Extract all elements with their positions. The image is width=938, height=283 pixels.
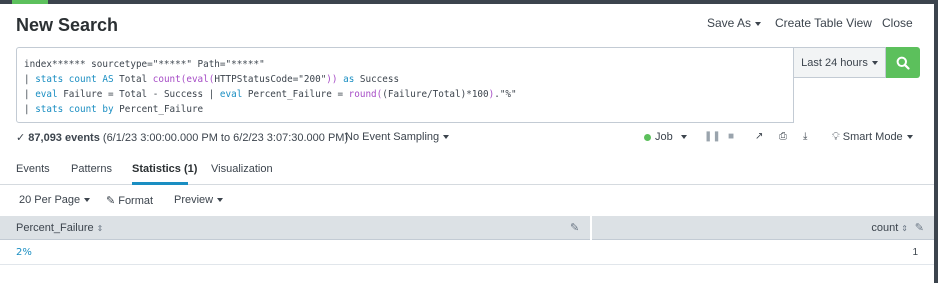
chevron-down-icon	[443, 135, 450, 140]
command-keyword: eval	[35, 89, 58, 100]
column-header-count[interactable]: count ⇕	[871, 222, 908, 234]
query-text: ."%"	[494, 89, 517, 100]
results-tabs: Events Patterns Statistics (1) Visualiza…	[0, 155, 934, 185]
chevron-down-icon	[755, 21, 762, 26]
save-as-button[interactable]: Save As	[707, 16, 762, 30]
command-keyword: stats count AS	[35, 74, 114, 85]
create-table-view-button[interactable]: Create Table View	[775, 16, 872, 30]
pipe: |	[24, 74, 36, 85]
pipe: |	[24, 89, 36, 100]
stop-icon[interactable]: ■	[728, 131, 734, 142]
chevron-down-icon	[217, 198, 224, 202]
event-sampling-label: No Event Sampling	[345, 131, 440, 143]
event-count: 87,093 events	[28, 132, 100, 144]
sort-icon: ⇕	[901, 224, 908, 233]
job-label: Job	[655, 131, 673, 143]
command-keyword: as	[337, 74, 355, 85]
share-icon[interactable]: ↗	[755, 131, 763, 142]
chevron-down-icon	[84, 198, 91, 202]
preview-dropdown[interactable]: Preview	[174, 194, 224, 206]
table-row: 2% 1	[0, 241, 934, 265]
export-icon[interactable]: ⤓	[803, 131, 807, 142]
chevron-down-icon	[871, 60, 878, 65]
tab-events[interactable]: Events	[16, 163, 50, 175]
tab-patterns[interactable]: Patterns	[71, 163, 112, 175]
cell-count[interactable]: 1	[912, 247, 918, 258]
close-button[interactable]: Close	[882, 16, 913, 30]
per-page-dropdown[interactable]: 20 Per Page	[19, 194, 91, 206]
query-text: HTTPStatusCode="200"	[214, 74, 327, 85]
pipe: |	[208, 89, 220, 100]
function-name: round(	[348, 89, 383, 100]
search-button[interactable]	[886, 47, 920, 78]
query-text: (Failure/Total)*100	[382, 89, 489, 100]
query-text: Success	[354, 74, 400, 85]
tab-statistics[interactable]: Statistics (1)	[132, 163, 197, 175]
pause-icon[interactable]: ❚❚	[704, 131, 721, 142]
event-sampling-dropdown[interactable]: No Event Sampling	[345, 131, 450, 143]
column-divider	[590, 216, 592, 240]
query-line-1: index****** sourcetype="*****" Path="***…	[24, 59, 265, 70]
pencil-icon: ✎	[106, 195, 116, 207]
per-page-label: 20 Per Page	[19, 194, 81, 206]
format-button[interactable]: ✎ Format	[106, 194, 154, 208]
edit-column-icon[interactable]: ✎	[570, 221, 579, 234]
format-label: Format	[118, 194, 154, 207]
column-header-percent-failure[interactable]: Percent_Failure ⇕	[16, 222, 103, 234]
function-name: count(eval(	[152, 74, 215, 85]
active-tab-indicator	[132, 182, 188, 185]
time-range-text: (6/1/23 3:00:00.000 PM to 6/2/23 3:07:30…	[99, 132, 349, 144]
lightbulb-icon: 💡︎	[832, 131, 840, 143]
time-range-picker[interactable]: Last 24 hours	[794, 47, 886, 78]
search-mode-label: Smart Mode	[842, 131, 903, 143]
window-edge	[934, 0, 938, 283]
search-icon	[896, 56, 910, 70]
sort-icon: ⇕	[96, 224, 104, 233]
column-header-label: Percent_Failure	[16, 222, 94, 234]
query-text: Failure = Total - Success	[57, 89, 209, 100]
print-icon[interactable]: ⎙	[779, 131, 787, 142]
check-icon: ✓	[16, 132, 29, 144]
table-header: Percent_Failure ⇕ ✎ count ⇕ ✎	[0, 216, 934, 240]
query-text: Percent_Failure =	[242, 89, 349, 100]
function-name: ))	[326, 74, 338, 85]
pipe: |	[24, 104, 36, 115]
edit-column-icon[interactable]: ✎	[915, 221, 924, 234]
command-keyword: stats count by	[35, 104, 114, 115]
query-text: Total	[113, 74, 153, 85]
event-count-status: ✓ 87,093 events (6/1/23 3:00:00.000 PM t…	[16, 131, 348, 144]
search-query-editor[interactable]: index****** sourcetype="*****" Path="***…	[16, 47, 794, 123]
preview-label: Preview	[174, 194, 214, 206]
job-menu[interactable]: Job	[644, 131, 687, 143]
top-bar-accent	[12, 0, 48, 4]
job-status-icon	[644, 133, 651, 141]
column-header-label: count	[871, 222, 899, 234]
top-bar	[0, 0, 938, 4]
query-text: Percent_Failure	[113, 104, 204, 115]
time-range-label: Last 24 hours	[801, 56, 868, 69]
page-title: New Search	[16, 15, 119, 35]
command-keyword: eval	[219, 89, 243, 100]
search-mode-dropdown[interactable]: 💡︎ Smart Mode	[832, 131, 913, 144]
chevron-down-icon	[906, 135, 913, 140]
save-as-label: Save As	[707, 16, 752, 30]
tab-visualization[interactable]: Visualization	[211, 163, 273, 175]
cell-percent-failure[interactable]: 2%	[16, 247, 32, 258]
chevron-down-icon	[680, 135, 687, 139]
